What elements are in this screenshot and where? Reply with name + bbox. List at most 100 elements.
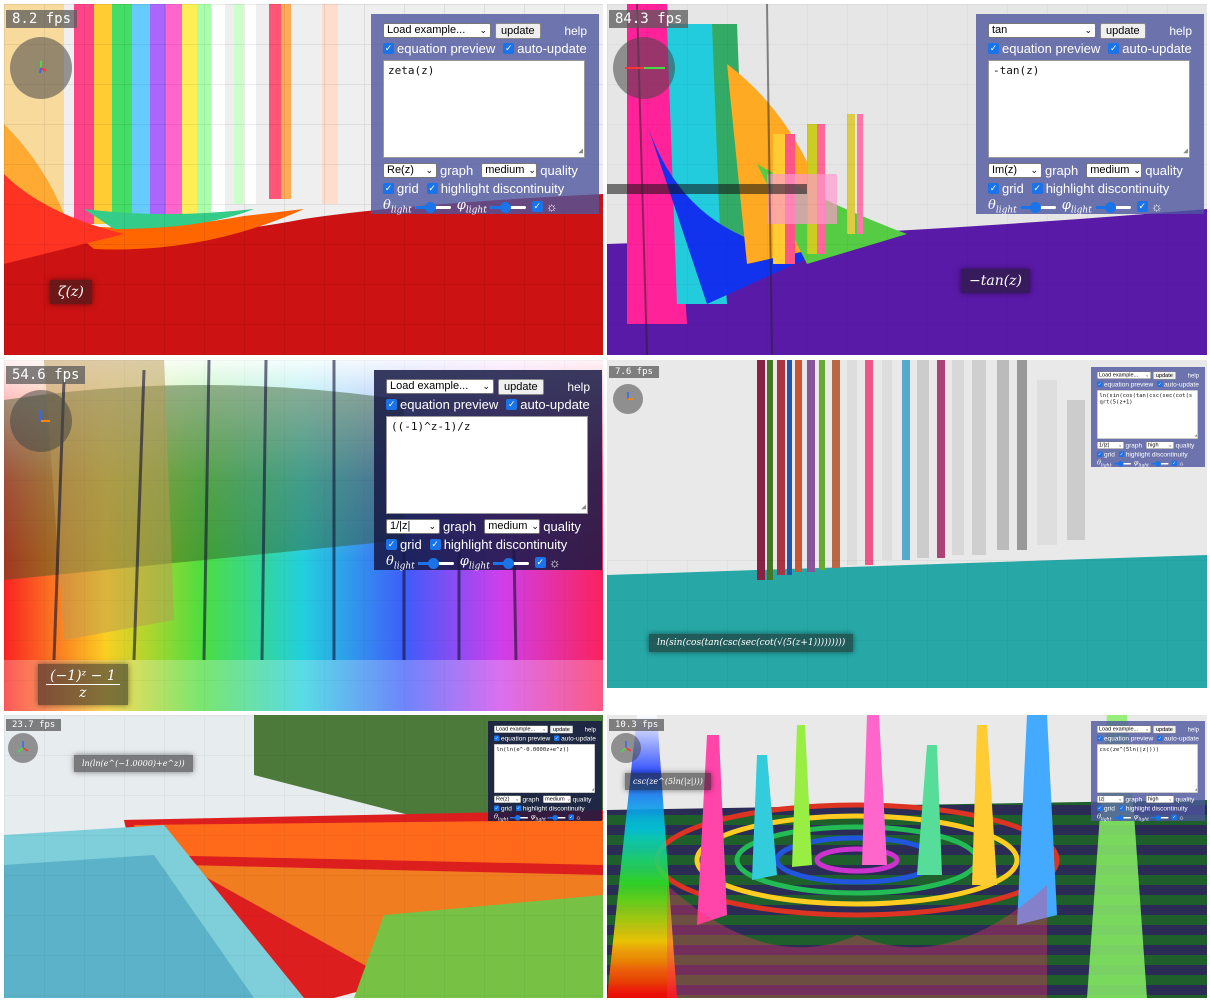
example-select[interactable]: Load example... ⌄ [1097, 725, 1151, 733]
help-link[interactable]: help [585, 726, 596, 733]
graph-mode-select[interactable]: Im(z) ⌄ [988, 163, 1042, 178]
equation-preview: ln(ln(e^(−1.0000)+e^z)) [74, 755, 193, 772]
equation-input[interactable]: ln(sin(cos(tan(csc(sec(cot(sqrt(5(z+1) ◢ [1097, 390, 1198, 439]
example-select[interactable]: Load example... ⌄ [494, 725, 548, 733]
equation-preview-checkbox[interactable]: ✓ [1097, 381, 1103, 387]
phi-light-label: φlight [1133, 812, 1149, 822]
axes-gizmo-icon[interactable] [10, 390, 72, 452]
highlight-discontinuity-checkbox[interactable]: ✓ [429, 539, 441, 550]
resize-grip-icon[interactable]: ◢ [1195, 786, 1197, 793]
auto-update-checkbox[interactable]: ✓ [506, 399, 518, 410]
highlight-discontinuity-label: highlight discontinuity [1125, 450, 1188, 459]
light-toggle-checkbox[interactable]: ✓ [1171, 460, 1177, 466]
light-toggle-checkbox[interactable]: ✓ [1171, 814, 1177, 820]
grid-checkbox[interactable]: ✓ [386, 539, 397, 550]
grid-checkbox[interactable]: ✓ [1097, 451, 1103, 457]
light-toggle-checkbox[interactable]: ✓ [534, 557, 546, 568]
graph-mode-select[interactable]: 1/|z| ⌄ [1097, 441, 1124, 449]
help-link[interactable]: help [567, 380, 590, 394]
chevron-down-icon: ⌄ [1133, 165, 1141, 175]
equation-preview-checkbox[interactable]: ✓ [383, 43, 394, 54]
help-link[interactable]: help [1188, 726, 1199, 733]
equation-preview: ln(sin(cos(tan(csc(sec(cot(√(5(z+1))))))… [649, 634, 854, 652]
theta-light-slider[interactable] [1112, 814, 1131, 821]
phi-light-slider[interactable] [547, 814, 566, 821]
resize-grip-icon[interactable]: ◢ [592, 786, 594, 793]
resize-grip-icon[interactable]: ◢ [1183, 144, 1188, 157]
help-link[interactable]: help [1188, 372, 1199, 379]
phi-light-slider[interactable] [1094, 201, 1131, 213]
help-link[interactable]: help [564, 24, 587, 38]
auto-update-checkbox[interactable]: ✓ [554, 735, 560, 741]
auto-update-checkbox[interactable]: ✓ [1157, 735, 1163, 741]
quality-select[interactable]: medium ⌄ [543, 795, 572, 803]
update-button[interactable]: update [498, 378, 544, 395]
chevron-down-icon: ⌄ [1118, 442, 1122, 448]
quality-select[interactable]: medium ⌄ [1086, 163, 1143, 178]
grid-checkbox[interactable]: ✓ [494, 805, 500, 811]
graph-mode-select[interactable]: Re(z) ⌄ [383, 163, 437, 178]
grid-checkbox[interactable]: ✓ [1097, 805, 1103, 811]
quality-select[interactable]: medium ⌄ [481, 163, 538, 178]
equation-input[interactable]: csc(ze^(5ln(|z|))) ◢ [1097, 744, 1198, 793]
theta-light-slider[interactable] [417, 557, 454, 569]
auto-update-checkbox[interactable]: ✓ [1108, 43, 1120, 54]
equation-preview-checkbox[interactable]: ✓ [1097, 735, 1103, 741]
equation-preview-checkbox[interactable]: ✓ [386, 399, 397, 410]
axes-gizmo-icon[interactable] [613, 384, 643, 414]
phi-light-slider[interactable] [1150, 460, 1169, 467]
update-button[interactable]: update [1153, 371, 1176, 380]
equation-preview-checkbox[interactable]: ✓ [988, 43, 999, 54]
highlight-discontinuity-checkbox[interactable]: ✓ [1031, 183, 1043, 194]
graph-mode-select[interactable]: |z| ⌄ [1097, 795, 1124, 803]
phi-light-slider[interactable] [489, 201, 526, 213]
axes-gizmo-icon[interactable] [611, 733, 641, 763]
auto-update-checkbox[interactable]: ✓ [1157, 381, 1163, 387]
update-button[interactable]: update [495, 22, 541, 39]
fps-counter: 54.6 fps [6, 366, 86, 384]
example-select[interactable]: Load example... ⌄ [383, 23, 491, 38]
update-button[interactable]: update [1153, 725, 1176, 734]
example-select[interactable]: Load example... ⌄ [386, 379, 494, 394]
graph-mode-select[interactable]: Re(z) ⌄ [494, 795, 521, 803]
resize-grip-icon[interactable]: ◢ [578, 144, 583, 157]
quality-select[interactable]: high ⌄ [1146, 441, 1175, 449]
auto-update-label: auto-update [1164, 380, 1199, 389]
quality-select[interactable]: high ⌄ [1146, 795, 1175, 803]
light-toggle-checkbox[interactable]: ✓ [531, 201, 543, 212]
theta-light-slider[interactable] [509, 814, 528, 821]
axes-gizmo-icon[interactable] [8, 733, 38, 763]
resize-grip-icon[interactable]: ◢ [581, 500, 586, 513]
equation-input[interactable]: ln(ln(e^-0.0000z+e^z)) ◢ [494, 744, 595, 793]
highlight-discontinuity-checkbox[interactable]: ✓ [1118, 805, 1125, 811]
example-select[interactable]: tan ⌄ [988, 23, 1096, 38]
graph-label: graph [443, 519, 477, 534]
highlight-discontinuity-checkbox[interactable]: ✓ [426, 183, 438, 194]
phi-light-slider[interactable] [492, 557, 529, 569]
resize-grip-icon[interactable]: ◢ [1195, 432, 1197, 439]
equation-preview-label: equation preview [400, 397, 499, 412]
help-link[interactable]: help [1169, 24, 1192, 38]
grid-checkbox[interactable]: ✓ [383, 183, 394, 194]
auto-update-checkbox[interactable]: ✓ [503, 43, 515, 54]
update-button[interactable]: update [1100, 22, 1146, 39]
equation-input[interactable]: zeta(z) ◢ [383, 60, 585, 158]
highlight-discontinuity-checkbox[interactable]: ✓ [515, 805, 522, 811]
axes-gizmo-icon[interactable] [10, 37, 72, 99]
example-select[interactable]: Load example... ⌄ [1097, 371, 1151, 379]
equation-preview-checkbox[interactable]: ✓ [494, 735, 500, 741]
light-toggle-checkbox[interactable]: ✓ [568, 814, 574, 820]
theta-light-slider[interactable] [414, 201, 451, 213]
theta-light-slider[interactable] [1112, 460, 1131, 467]
equation-input[interactable]: ((-1)^z-1)/z ◢ [386, 416, 588, 514]
equation-input[interactable]: -tan(z) ◢ [988, 60, 1190, 158]
quality-select[interactable]: medium ⌄ [484, 519, 541, 534]
highlight-discontinuity-checkbox[interactable]: ✓ [1118, 451, 1125, 457]
update-button[interactable]: update [550, 725, 573, 734]
axes-gizmo-icon[interactable] [613, 37, 675, 99]
light-toggle-checkbox[interactable]: ✓ [1136, 201, 1148, 212]
phi-light-slider[interactable] [1150, 814, 1169, 821]
graph-mode-select[interactable]: 1/|z| ⌄ [386, 519, 440, 534]
theta-light-slider[interactable] [1019, 201, 1056, 213]
grid-checkbox[interactable]: ✓ [988, 183, 999, 194]
